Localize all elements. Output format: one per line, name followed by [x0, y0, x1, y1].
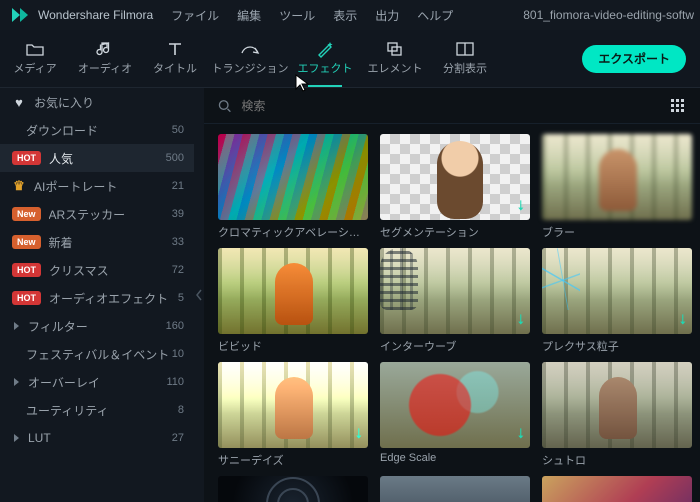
search-bar	[204, 88, 700, 124]
tab-media-label: メディア	[13, 60, 56, 76]
effect-card[interactable]: ビビッド	[218, 248, 368, 354]
tab-split-label: 分割表示	[443, 60, 487, 76]
tab-title-label: タイトル	[153, 60, 197, 76]
sidebar-item-ar-sticker[interactable]: New ARステッカー 39	[0, 200, 194, 228]
menu-tool[interactable]: ツール	[279, 7, 315, 24]
sidebar-item-christmas[interactable]: HOT クリスマス 72	[0, 256, 194, 284]
chevron-left-icon	[196, 289, 202, 301]
search-field[interactable]	[218, 98, 670, 114]
effect-thumbnail	[542, 134, 692, 220]
new-badge-icon: New	[12, 235, 41, 249]
effect-card[interactable]	[542, 476, 692, 502]
tab-transition-label: トランジション	[212, 60, 289, 76]
toolbar-tabs: メディア オーディオ タイトル トランジション エフェクト エレメント	[0, 30, 500, 87]
title-bar: Wondershare Filmora ファイル 編集 ツール 表示 出力 ヘル…	[0, 0, 700, 30]
top-toolbar: メディア オーディオ タイトル トランジション エフェクト エレメント	[0, 30, 700, 88]
sidebar-item-favorites[interactable]: ♥ お気に入り	[0, 88, 194, 116]
tab-audio[interactable]: オーディオ	[70, 30, 140, 87]
project-filename: 801_fiomora-video-editing-softw	[523, 8, 694, 22]
search-input[interactable]	[239, 98, 670, 114]
effect-card[interactable]: ⭣ プレクサス粒子	[542, 248, 692, 354]
sidebar-collapse-handle[interactable]	[194, 88, 204, 502]
sidebar-item-audio-effect[interactable]: HOT オーディオエフェクト 5	[0, 284, 194, 312]
download-icon: ⭣	[517, 197, 524, 214]
effect-wand-icon	[315, 41, 335, 57]
download-icon: ⭣	[517, 311, 524, 328]
menu-file[interactable]: ファイル	[171, 7, 219, 24]
tab-effect-label: エフェクト	[298, 60, 353, 76]
sidebar-item-filter[interactable]: フィルター 160	[0, 312, 194, 340]
hot-badge-icon: HOT	[12, 263, 41, 277]
effect-thumbnail	[218, 248, 368, 334]
export-button[interactable]: エクスポート	[582, 45, 686, 73]
effect-card[interactable]: シュトロ	[542, 362, 692, 468]
sidebar-item-overlay[interactable]: オーバーレイ 110	[0, 368, 194, 396]
tab-element-label: エレメント	[368, 60, 423, 76]
download-icon: ⭣	[679, 311, 686, 328]
hot-badge-icon: HOT	[12, 291, 41, 305]
new-badge-icon: New	[12, 207, 41, 221]
tab-effect[interactable]: エフェクト	[290, 30, 360, 87]
search-icon	[218, 99, 231, 113]
grid-view-icon[interactable]	[670, 98, 686, 114]
sidebar-item-popular[interactable]: HOT 人気 500	[0, 144, 194, 172]
effect-card[interactable]: ⭣ Edge Scale	[380, 362, 530, 468]
menu-output[interactable]: 出力	[375, 7, 399, 24]
effect-thumbnail	[218, 476, 368, 502]
app-name: Wondershare Filmora	[38, 8, 153, 22]
sidebar-item-festival[interactable]: フェスティバル＆イベント 10	[0, 340, 194, 368]
music-note-icon	[95, 41, 115, 57]
sidebar-item-utility[interactable]: ユーティリティ 8	[0, 396, 194, 424]
sidebar-item-new[interactable]: New 新着 33	[0, 228, 194, 256]
effect-card[interactable]: ブラー	[542, 134, 692, 240]
split-screen-icon	[455, 41, 475, 57]
menu-help[interactable]: ヘルプ	[417, 7, 453, 24]
element-layers-icon	[385, 41, 405, 57]
hot-badge-icon: HOT	[12, 151, 41, 165]
tab-media[interactable]: メディア	[0, 30, 70, 87]
effect-thumbnail	[380, 476, 530, 502]
tab-transition[interactable]: トランジション	[210, 30, 290, 87]
download-icon: ⭣	[517, 425, 524, 442]
effect-card[interactable]: ⭣ インターウーブ	[380, 248, 530, 354]
effect-thumbnail: ⭣	[380, 362, 530, 448]
folder-icon	[25, 41, 45, 57]
sidebar: ♥ お気に入り ダウンロード 50 HOT 人気 500 ♛ AIポートレート …	[0, 88, 194, 502]
tab-audio-label: オーディオ	[78, 60, 132, 76]
sidebar-item-lut[interactable]: LUT 27	[0, 424, 194, 452]
effect-card[interactable]	[380, 476, 530, 502]
app-logo-icon	[8, 3, 32, 27]
tab-split[interactable]: 分割表示	[430, 30, 500, 87]
effect-card[interactable]: ⭣ サニーデイズ	[218, 362, 368, 468]
sidebar-item-ai-portrait[interactable]: ♛ AIポートレート 21	[0, 172, 194, 200]
download-icon: ⭣	[355, 425, 362, 442]
menu-view[interactable]: 表示	[333, 7, 357, 24]
transition-icon	[240, 41, 260, 57]
crown-icon: ♛	[12, 179, 26, 193]
effect-thumbnail: ⭣	[380, 134, 530, 220]
effect-thumbnail: ⭣	[380, 248, 530, 334]
text-icon	[165, 41, 185, 57]
effect-thumbnail: ⭣	[218, 362, 368, 448]
effect-thumbnail	[542, 476, 692, 502]
effect-card[interactable]: クロマティックアベレーション	[218, 134, 368, 240]
effect-thumbnail	[542, 362, 692, 448]
effect-thumbnail: ⭣	[542, 248, 692, 334]
tab-title[interactable]: タイトル	[140, 30, 210, 87]
effect-thumbnail	[218, 134, 368, 220]
app-window: Wondershare Filmora ファイル 編集 ツール 表示 出力 ヘル…	[0, 0, 700, 502]
main-menu: ファイル 編集 ツール 表示 出力 ヘルプ	[171, 7, 453, 24]
effects-grid[interactable]: クロマティックアベレーション ⭣ セグメンテーション ブラー ビビッド	[204, 124, 700, 502]
sidebar-item-download[interactable]: ダウンロード 50	[0, 116, 194, 144]
menu-edit[interactable]: 編集	[237, 7, 261, 24]
content-panel: クロマティックアベレーション ⭣ セグメンテーション ブラー ビビッド	[204, 88, 700, 502]
effect-card[interactable]: ⭣ セグメンテーション	[380, 134, 530, 240]
effect-card[interactable]	[218, 476, 368, 502]
main-area: ♥ お気に入り ダウンロード 50 HOT 人気 500 ♛ AIポートレート …	[0, 88, 700, 502]
heart-icon: ♥	[12, 95, 26, 109]
tab-element[interactable]: エレメント	[360, 30, 430, 87]
